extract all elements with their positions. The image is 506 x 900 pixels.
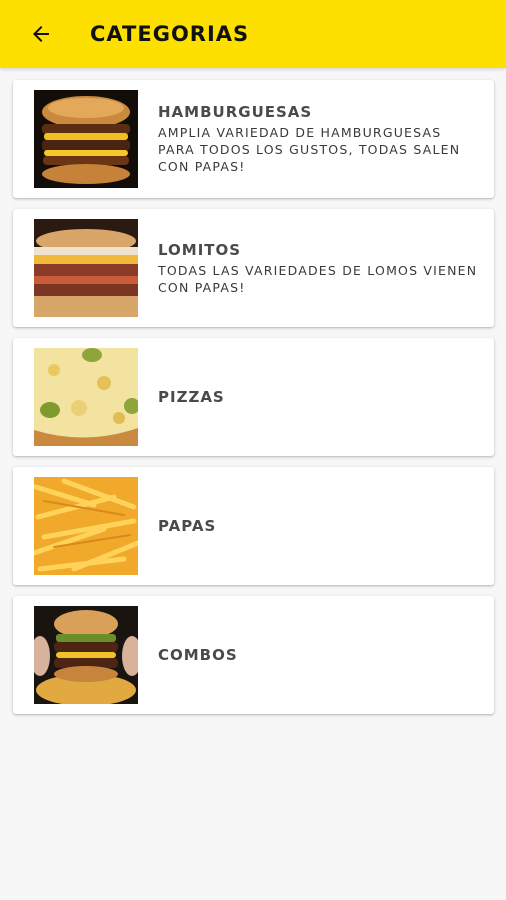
category-card-lomitos[interactable]: LOMITOS TODAS LAS VARIEDADES DE LOMOS VI… [13, 209, 494, 327]
category-card-hamburguesas[interactable]: HAMBURGUESAS AMPLIA VARIEDAD DE HAMBURGU… [13, 80, 494, 198]
category-card-papas[interactable]: PAPAS [13, 467, 494, 585]
app-bar: CATEGORIAS [0, 0, 506, 68]
pizza-image [34, 348, 138, 446]
category-name: PAPAS [158, 517, 217, 535]
arrow-left-icon [33, 26, 49, 42]
combo-burger-fries-image [34, 606, 138, 704]
category-name: COMBOS [158, 646, 238, 664]
fries-image [34, 477, 138, 575]
category-name: LOMITOS [158, 240, 242, 259]
category-description: TODAS LAS VARIEDADES DE LOMOS VIENEN CON… [158, 262, 478, 295]
category-card-combos[interactable]: COMBOS [13, 596, 494, 714]
lomito-sandwich-image [34, 219, 138, 317]
back-button[interactable] [28, 21, 54, 47]
category-card-pizzas[interactable]: PIZZAS [13, 338, 494, 456]
page-title: CATEGORIAS [90, 22, 250, 46]
category-description: AMPLIA VARIEDAD DE HAMBURGUESAS PARA TOD… [158, 125, 461, 174]
burger-image [34, 90, 138, 188]
category-list: HAMBURGUESAS AMPLIA VARIEDAD DE HAMBURGU… [0, 68, 506, 714]
category-name: PIZZAS [158, 388, 225, 406]
category-name: HAMBURGUESAS [158, 103, 313, 121]
